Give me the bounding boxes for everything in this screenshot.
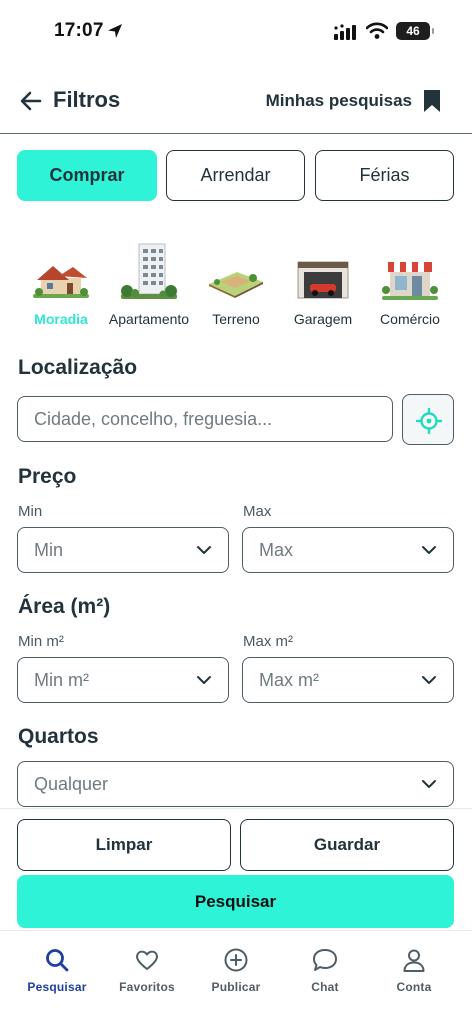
chevron-down-icon bbox=[422, 676, 436, 684]
price-max-value: Max bbox=[259, 540, 294, 560]
price-min-select[interactable]: Min bbox=[17, 527, 229, 573]
property-type-label: Moradia bbox=[34, 311, 88, 327]
chevron-down-icon bbox=[422, 780, 436, 788]
nav-item-favoritos[interactable]: Favoritos bbox=[102, 931, 192, 1024]
bottom-navigation: Pesquisar Favoritos Publicar Chat Conta bbox=[0, 930, 472, 1024]
nav-label: Chat bbox=[311, 980, 339, 994]
price-min-value: Min bbox=[34, 540, 64, 560]
chevron-down-icon bbox=[197, 546, 211, 554]
property-type-label: Garagem bbox=[293, 311, 353, 327]
wifi-icon bbox=[366, 22, 388, 39]
location-input[interactable]: Cidade, concelho, freguesia... bbox=[17, 396, 393, 442]
page-title: Filtros bbox=[53, 87, 121, 112]
property-type-apartamento[interactable]: Apartamento bbox=[104, 238, 194, 334]
area-max-select[interactable]: Max m² bbox=[242, 657, 454, 703]
nav-item-chat[interactable]: Chat bbox=[280, 931, 370, 1024]
header: Filtros Minhas pesquisas bbox=[0, 78, 472, 134]
nav-label: Favoritos bbox=[119, 980, 175, 994]
price-min-label: Min bbox=[18, 503, 43, 520]
property-type-label: Comércio bbox=[380, 311, 440, 327]
divider bbox=[0, 808, 472, 809]
area-title: Área (m²) bbox=[18, 595, 111, 618]
crosshair-icon bbox=[416, 408, 442, 434]
area-max-value: Max m² bbox=[259, 670, 319, 690]
transaction-tabs: Comprar Arrendar Férias bbox=[17, 150, 454, 201]
property-type-garagem[interactable]: Garagem bbox=[284, 238, 362, 334]
rooms-value: Qualquer bbox=[34, 774, 109, 794]
location-placeholder: Cidade, concelho, freguesia... bbox=[34, 409, 273, 429]
price-max-select[interactable]: Max bbox=[242, 527, 454, 573]
area-min-select[interactable]: Min m² bbox=[17, 657, 229, 703]
rooms-select[interactable]: Qualquer bbox=[17, 761, 454, 807]
area-max-label: Max m² bbox=[243, 633, 293, 650]
chevron-down-icon bbox=[422, 546, 436, 554]
user-icon bbox=[403, 949, 425, 972]
price-max-label: Max bbox=[243, 503, 272, 520]
nav-item-pesquisar[interactable]: Pesquisar bbox=[12, 931, 102, 1024]
search-button[interactable]: Pesquisar bbox=[17, 875, 454, 928]
apartment-building-icon bbox=[121, 243, 177, 299]
tab-ferias[interactable]: Férias bbox=[315, 150, 454, 201]
nav-item-conta[interactable]: Conta bbox=[369, 931, 459, 1024]
battery-indicator: 46 bbox=[396, 22, 434, 40]
property-type-label: Terreno bbox=[212, 311, 260, 327]
heart-icon bbox=[136, 950, 158, 970]
area-min-label: Min m² bbox=[18, 633, 64, 650]
land-plot-icon bbox=[209, 272, 263, 298]
location-arrow-icon bbox=[108, 24, 122, 38]
location-title: Localização bbox=[18, 356, 138, 379]
search-icon bbox=[46, 949, 69, 972]
plus-circle-icon bbox=[224, 948, 248, 972]
status-time: 17:07 bbox=[54, 20, 104, 41]
back-arrow-icon[interactable] bbox=[18, 88, 44, 114]
rooms-title: Quartos bbox=[18, 725, 99, 748]
clear-button[interactable]: Limpar bbox=[17, 819, 231, 871]
tab-comprar[interactable]: Comprar bbox=[17, 150, 157, 201]
property-type-comercio[interactable]: Comércio bbox=[372, 238, 448, 334]
shop-icon bbox=[382, 262, 438, 300]
property-type-label: Apartamento bbox=[108, 311, 190, 327]
saved-searches-link[interactable]: Minhas pesquisas bbox=[266, 91, 412, 111]
price-title: Preço bbox=[18, 465, 77, 488]
status-bar: 17:07 46 bbox=[0, 0, 472, 64]
nav-label: Conta bbox=[396, 980, 432, 994]
chevron-down-icon bbox=[197, 676, 211, 684]
house-icon bbox=[33, 266, 89, 298]
bookmark-icon[interactable] bbox=[422, 88, 442, 114]
area-min-value: Min m² bbox=[34, 670, 89, 690]
nav-label: Pesquisar bbox=[27, 980, 87, 994]
property-type-moradia[interactable]: Moradia bbox=[22, 238, 100, 334]
cellular-signal-icon bbox=[334, 24, 356, 40]
tab-arrendar[interactable]: Arrendar bbox=[166, 150, 305, 201]
save-search-button[interactable]: Guardar bbox=[240, 819, 454, 871]
property-type-terreno[interactable]: Terreno bbox=[198, 238, 274, 334]
current-location-button[interactable] bbox=[402, 394, 454, 445]
garage-icon bbox=[297, 261, 349, 299]
nav-label: Publicar bbox=[211, 980, 261, 994]
nav-item-publicar[interactable]: Publicar bbox=[191, 931, 281, 1024]
chat-bubble-icon bbox=[313, 949, 337, 971]
